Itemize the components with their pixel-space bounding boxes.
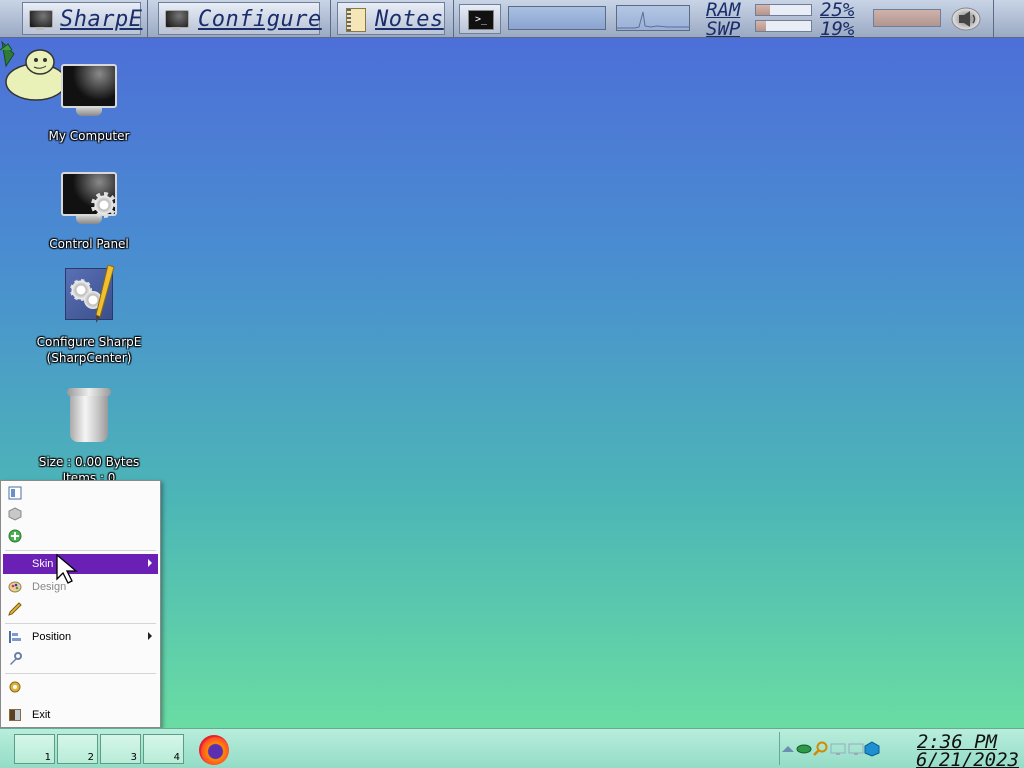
virtual-desktop-1[interactable]: 1 (14, 734, 55, 764)
network-graph (616, 5, 690, 31)
volume-bar[interactable] (873, 9, 941, 27)
configure-button[interactable]: Configure (158, 2, 322, 35)
menu-item-position[interactable]: Position (3, 627, 158, 647)
swp-percent: 19% (820, 20, 855, 37)
ram-percent: 25% (820, 0, 855, 21)
menu-item-label: Skin (32, 558, 54, 570)
menu-item-label: Exit (32, 709, 51, 721)
menu-item[interactable] (3, 649, 158, 669)
pencil-icon (8, 602, 22, 616)
menu-item[interactable] (3, 504, 158, 524)
menu-item[interactable] (3, 483, 158, 503)
trash-icon (67, 388, 111, 442)
virtual-desktop-4[interactable]: 4 (143, 734, 184, 764)
virtual-desktop-number: 3 (130, 752, 137, 763)
search-tray-icon[interactable] (813, 741, 828, 756)
network-tray-icon[interactable] (796, 741, 812, 755)
speaker-icon[interactable] (950, 6, 984, 32)
virtual-desktop-2[interactable]: 2 (57, 734, 98, 764)
terminal-button[interactable]: >_ (459, 4, 501, 34)
network-activity-graph (617, 11, 689, 29)
palette-icon (8, 580, 22, 594)
position-icon (8, 630, 22, 644)
window-icon (8, 486, 22, 500)
tray-arrow-icon[interactable] (781, 741, 795, 755)
mouse-cursor-icon (55, 553, 85, 585)
swp-meter (755, 20, 812, 32)
ram-label: RAM (706, 0, 741, 21)
virtual-desktop-3[interactable]: 3 (100, 734, 141, 764)
wrench-icon (8, 652, 22, 666)
cpu-meter (508, 6, 606, 30)
menu-item[interactable] (3, 526, 158, 546)
my-computer-shortcut[interactable]: My Computer (30, 64, 148, 144)
clock-date: 6/21/2023 (916, 749, 1019, 768)
submenu-arrow-icon (148, 559, 152, 567)
swp-label: SWP (706, 20, 741, 37)
notes-label: Notes (375, 7, 444, 32)
desktop-icon-label: My Computer (48, 129, 130, 143)
sharpe-menu-label: SharpE (60, 7, 143, 32)
monitor-gear-icon (164, 7, 189, 31)
menu-item-exit[interactable]: Exit (3, 705, 158, 725)
submenu-arrow-icon (148, 632, 152, 640)
gear-icon (8, 680, 22, 694)
virtual-desktop-number: 2 (87, 752, 94, 763)
virtual-desktop-number: 1 (44, 752, 51, 763)
context-menu: Skin Design Position Exit (0, 480, 161, 728)
config-gears-pencil-icon (65, 265, 115, 323)
virtual-desktop-number: 4 (173, 752, 180, 763)
notes-button[interactable]: Notes (337, 2, 445, 35)
add-icon (8, 529, 22, 543)
box-icon (8, 507, 22, 521)
menu-item[interactable] (3, 677, 158, 697)
recycle-bin-shortcut[interactable]: Size : 0.00 Bytes Items : 0 (20, 388, 158, 486)
menu-item-label: Position (32, 631, 72, 643)
cube-tray-icon[interactable] (864, 741, 880, 757)
swp-meter-fill (756, 21, 767, 31)
monitor-gear-icon (28, 7, 53, 31)
control-panel-shortcut[interactable]: Control Panel (30, 172, 148, 252)
ram-meter-fill (756, 5, 770, 15)
monitor-icon (61, 64, 117, 108)
clock[interactable]: 2:36 PM 6/21/2023 (893, 732, 1021, 768)
menu-item[interactable] (3, 599, 158, 619)
top-bar: SharpE Configure Notes >_ RAM SWP 25% 19… (0, 0, 1024, 38)
exit-door-icon (8, 708, 22, 722)
terminal-icon: >_ (468, 10, 494, 30)
display-tray-icon[interactable] (848, 741, 864, 755)
configure-label: Configure (198, 7, 322, 32)
firefox-icon[interactable] (199, 735, 229, 765)
monitor-gear-icon (61, 172, 117, 224)
configure-sharpe-shortcut[interactable]: Configure SharpE (SharpCenter) (20, 265, 158, 366)
desktop-icon-label: Control Panel (49, 237, 129, 251)
desktop-icon-label: Configure SharpE (SharpCenter) (36, 335, 142, 365)
sharpe-menu-button[interactable]: SharpE (22, 2, 143, 35)
ram-meter (755, 4, 812, 16)
notepad-icon (343, 7, 367, 32)
display-tray-icon[interactable] (830, 741, 846, 755)
